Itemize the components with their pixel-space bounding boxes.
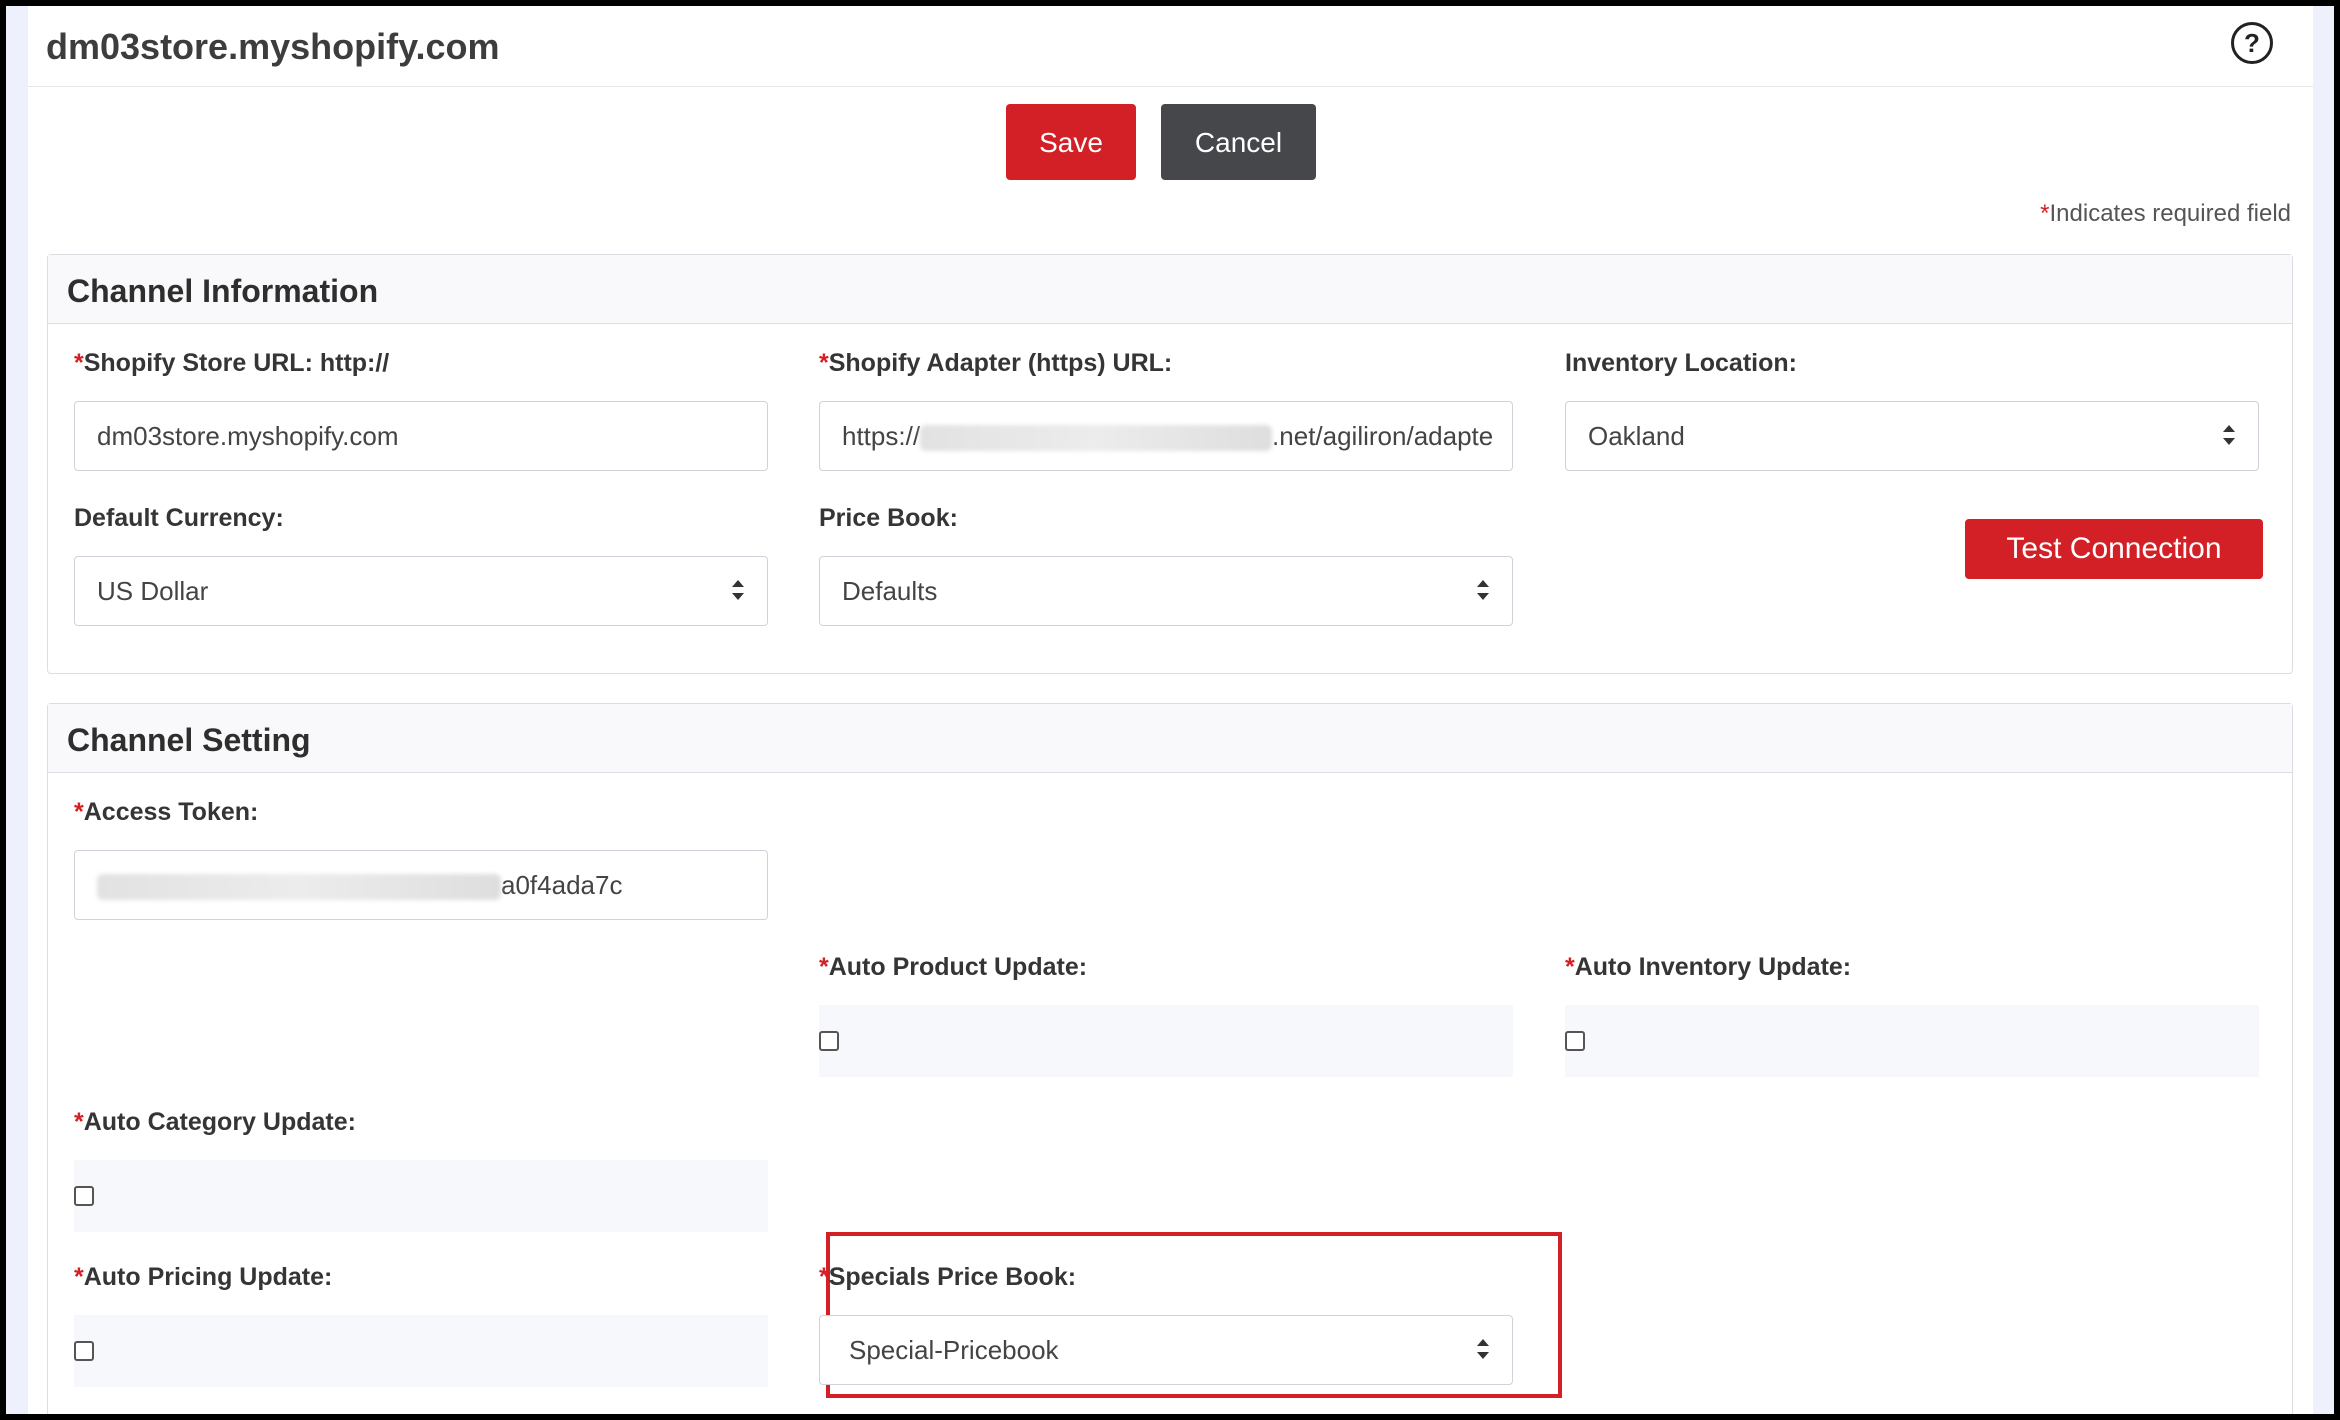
- price-book-select[interactable]: Defaults: [819, 556, 1513, 626]
- auto-category-update-row: [74, 1160, 768, 1232]
- save-button[interactable]: Save: [1006, 104, 1136, 180]
- auto-pricing-update-row: [74, 1315, 768, 1387]
- auto-category-update-label: *Auto Category Update:: [74, 1108, 356, 1136]
- default-currency-label: Default Currency:: [74, 504, 284, 532]
- sort-caret-icon: [732, 580, 744, 600]
- cancel-button[interactable]: Cancel: [1161, 104, 1316, 180]
- store-url-input[interactable]: dm03store.myshopify.com: [74, 401, 768, 471]
- price-book-label: Price Book:: [819, 504, 958, 532]
- inventory-location-label: Inventory Location:: [1565, 349, 1797, 377]
- panel-title: Channel Information: [48, 255, 2292, 324]
- redacted-text: [97, 874, 501, 901]
- required-field-note: *Indicates required field: [2040, 200, 2291, 228]
- sort-caret-icon: [1477, 1339, 1489, 1359]
- question-circle-icon[interactable]: ?: [2231, 22, 2273, 64]
- adapter-url-input[interactable]: https://.net/agiliron/adapte: [819, 401, 1513, 471]
- default-currency-select[interactable]: US Dollar: [74, 556, 768, 626]
- specials-price-book-label: *Specials Price Book:: [819, 1263, 1077, 1291]
- window-frame: dm03store.myshopify.com ? Save Cancel *I…: [6, 6, 2334, 1414]
- inventory-location-select[interactable]: Oakland: [1565, 401, 2259, 471]
- auto-inventory-update-row: [1565, 1005, 2259, 1077]
- header: dm03store.myshopify.com ?: [28, 6, 2313, 87]
- sort-caret-icon: [1477, 580, 1489, 600]
- access-token-label: *Access Token:: [74, 798, 259, 826]
- adapter-url-label: *Shopify Adapter (https) URL:: [819, 349, 1173, 377]
- auto-product-update-checkbox[interactable]: [819, 1031, 839, 1051]
- page: dm03store.myshopify.com ? Save Cancel *I…: [28, 6, 2313, 1414]
- page-title: dm03store.myshopify.com: [46, 26, 500, 67]
- redacted-text: [920, 425, 1273, 452]
- required-note-text: Indicates required field: [2049, 200, 2291, 227]
- channel-information-panel: Channel Information *Shopify Store URL: …: [47, 254, 2293, 674]
- auto-pricing-update-label: *Auto Pricing Update:: [74, 1263, 333, 1291]
- access-token-input[interactable]: a0f4ada7c: [74, 850, 768, 920]
- channel-setting-panel: Channel Setting *Access Token: a0f4ada7c…: [47, 703, 2293, 1414]
- store-url-label: *Shopify Store URL: http://: [74, 349, 390, 377]
- auto-product-update-row: [819, 1005, 1513, 1077]
- auto-category-update-checkbox[interactable]: [74, 1186, 94, 1206]
- panel-title: Channel Setting: [48, 704, 2292, 773]
- specials-price-book-select[interactable]: Special-Pricebook: [819, 1315, 1513, 1385]
- auto-product-update-label: *Auto Product Update:: [819, 953, 1088, 981]
- required-star: *: [2040, 200, 2050, 227]
- auto-inventory-update-checkbox[interactable]: [1565, 1031, 1585, 1051]
- auto-inventory-update-label: *Auto Inventory Update:: [1565, 953, 1852, 981]
- sort-caret-icon: [2223, 425, 2235, 445]
- test-connection-button[interactable]: Test Connection: [1965, 519, 2263, 579]
- auto-pricing-update-checkbox[interactable]: [74, 1341, 94, 1361]
